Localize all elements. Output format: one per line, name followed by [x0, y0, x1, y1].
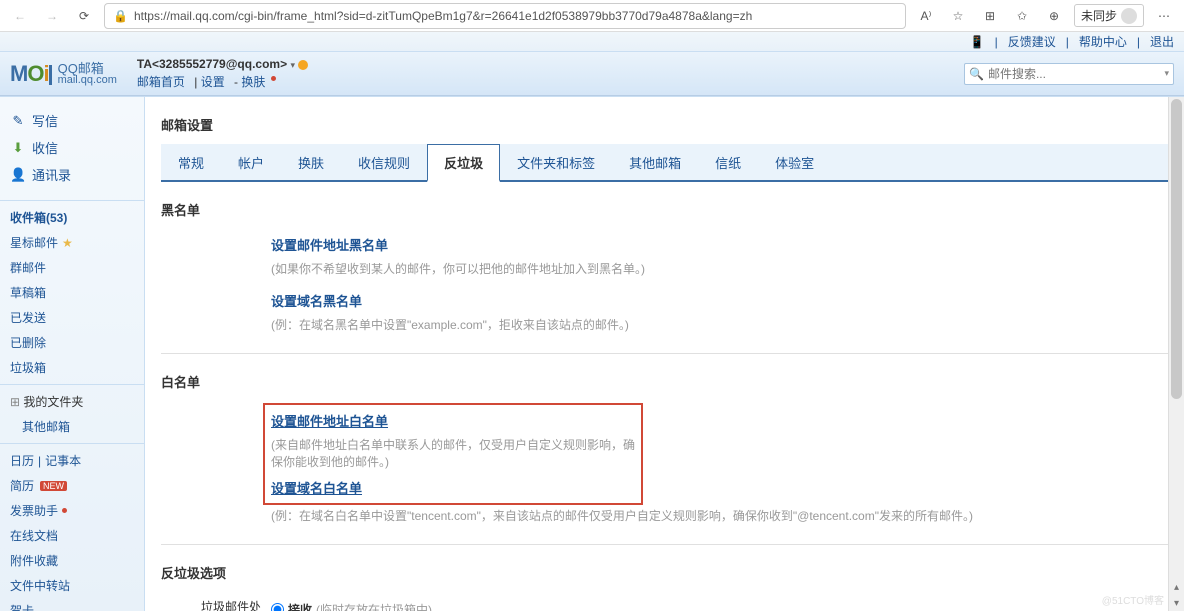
search-box[interactable]: 🔍 ▾ — [964, 63, 1174, 85]
search-input[interactable] — [988, 67, 1161, 81]
divider: | — [1137, 35, 1140, 49]
compose-icon: ✎ — [10, 113, 26, 129]
scroll-up-icon[interactable]: ▴ — [1169, 579, 1184, 595]
header-settings-link[interactable]: 设置 — [201, 75, 225, 89]
tab-4[interactable]: 反垃圾 — [427, 144, 500, 182]
tab-6[interactable]: 其他邮箱 — [612, 144, 698, 180]
sidebar-calendar[interactable]: 日历 | 记事本 — [0, 448, 144, 473]
phone-icon: 📱 — [970, 35, 985, 49]
sidebar-inbox[interactable]: 收件箱(53) — [0, 205, 144, 230]
sidebar-filetransfer[interactable]: 文件中转站 — [0, 573, 144, 598]
noti-dot — [62, 508, 67, 513]
tab-2[interactable]: 换肤 — [281, 144, 341, 180]
blacklist-address-desc: (如果你不希望收到某人的邮件，你可以把他的邮件地址加入到黑名单。) — [271, 258, 1168, 287]
url-bar[interactable]: 🔒 https://mail.qq.com/cgi-bin/frame_html… — [104, 3, 906, 29]
help-link[interactable]: 帮助中心 — [1079, 33, 1127, 50]
sidebar-starred[interactable]: 星标邮件 ★ — [0, 230, 144, 255]
coin-icon — [298, 60, 308, 70]
favorite-icon[interactable]: ☆ — [946, 4, 970, 28]
scrollbar-vertical[interactable]: ▴ ▾ — [1168, 97, 1184, 611]
sidebar-drafts[interactable]: 草稿箱 — [0, 280, 144, 305]
tab-7[interactable]: 信纸 — [698, 144, 758, 180]
radio-accept[interactable] — [271, 603, 284, 611]
whitelist-domain-desc: (例：在域名白名单中设置"tencent.com"，来自该站点的邮件仅受用户自定… — [271, 505, 1168, 534]
noti-dot — [271, 76, 276, 81]
blacklist-address-link[interactable]: 设置邮件地址黑名单 — [271, 231, 1168, 258]
refresh-button[interactable]: ⟳ — [72, 4, 96, 28]
extensions-icon[interactable]: ⊞ — [978, 4, 1002, 28]
tab-5[interactable]: 文件夹和标签 — [500, 144, 612, 180]
sidebar-cards[interactable]: 贺卡 — [0, 598, 144, 611]
chevron-down-icon[interactable]: ▾ — [290, 60, 295, 70]
section-blacklist-title: 黑名单 — [161, 194, 1168, 225]
lock-icon: 🔒 — [113, 9, 128, 23]
scroll-down-icon[interactable]: ▾ — [1169, 595, 1184, 611]
divider: | — [995, 35, 998, 49]
sidebar-online-docs[interactable]: 在线文档 — [0, 523, 144, 548]
logo-en: mail.qq.com — [58, 75, 117, 86]
whitelist-highlight-box: 设置邮件地址白名单 (来自邮件地址白名单中联系人的邮件，仅受用户自定义规则影响，… — [263, 403, 643, 505]
receive-icon: ⬇ — [10, 140, 26, 156]
blacklist-domain-link[interactable]: 设置域名黑名单 — [271, 287, 1168, 314]
user-address: <3285552779@qq.com> — [152, 57, 287, 71]
star-icon: ★ — [62, 236, 73, 250]
section-antispam-title: 反垃圾选项 — [161, 557, 1168, 588]
favorites-icon[interactable]: ✩ — [1010, 4, 1034, 28]
divider: | — [1066, 35, 1069, 49]
collections-icon[interactable]: ⊕ — [1042, 4, 1066, 28]
sidebar-invoice[interactable]: 发票助手 — [0, 498, 144, 523]
blacklist-domain-desc: (例：在域名黑名单中设置"example.com"，拒收来自该站点的邮件。) — [271, 314, 1168, 343]
sidebar-sent[interactable]: 已发送 — [0, 305, 144, 330]
search-icon: 🔍 — [969, 67, 984, 81]
tab-8[interactable]: 体验室 — [758, 144, 831, 180]
contacts-button[interactable]: 👤通讯录 — [10, 161, 134, 188]
sidebar-other-mailbox[interactable]: 其他邮箱 — [0, 414, 144, 439]
user-prefix: TA — [137, 57, 152, 71]
logo[interactable]: MOi QQ邮箱 mail.qq.com — [10, 61, 117, 87]
scrollbar-thumb[interactable] — [1171, 99, 1182, 399]
url-text: https://mail.qq.com/cgi-bin/frame_html?s… — [134, 9, 897, 23]
sidebar-deleted[interactable]: 已删除 — [0, 330, 144, 355]
logo-cn: QQ邮箱 — [58, 62, 117, 75]
tab-1[interactable]: 帐户 — [221, 144, 281, 180]
avatar-icon — [1121, 8, 1137, 24]
sidebar-attachments[interactable]: 附件收藏 — [0, 548, 144, 573]
compose-button[interactable]: ✎写信 — [10, 107, 134, 134]
sync-button[interactable]: 未同步 — [1074, 4, 1144, 27]
feedback-link[interactable]: 反馈建议 — [1008, 33, 1056, 50]
logout-link[interactable]: 退出 — [1150, 33, 1174, 50]
receive-button[interactable]: ⬇收信 — [10, 134, 134, 161]
section-whitelist-title: 白名单 — [161, 366, 1168, 397]
page-title: 邮箱设置 — [161, 107, 1168, 142]
header-skin-link[interactable]: 换肤 — [241, 75, 265, 89]
sidebar-trash[interactable]: 垃圾箱 — [0, 355, 144, 380]
watermark: @51CTO博客 — [1102, 592, 1164, 607]
sidebar-group[interactable]: 群邮件 — [0, 255, 144, 280]
tab-0[interactable]: 常规 — [161, 144, 221, 180]
sync-label: 未同步 — [1081, 7, 1117, 24]
whitelist-address-desc: (来自邮件地址白名单中联系人的邮件，仅受用户自定义规则影响，确保你能收到他的邮件… — [271, 434, 635, 474]
forward-button[interactable]: → — [40, 4, 64, 28]
sidebar-myfolders[interactable]: ⊞ 我的文件夹 — [0, 389, 144, 414]
tab-3[interactable]: 收信规则 — [341, 144, 427, 180]
whitelist-address-link[interactable]: 设置邮件地址白名单 — [271, 407, 635, 434]
new-badge: NEW — [40, 481, 67, 491]
back-button[interactable]: ← — [8, 4, 32, 28]
contacts-icon: 👤 — [10, 167, 26, 183]
menu-icon[interactable]: ⋯ — [1152, 4, 1176, 28]
sidebar-resume[interactable]: 简历 NEW — [0, 473, 144, 498]
antispam-label: 垃圾邮件处理: — [191, 598, 271, 611]
header-home-link[interactable]: 邮箱首页 — [137, 75, 185, 89]
search-dropdown-icon[interactable]: ▾ — [1164, 68, 1169, 79]
whitelist-domain-link[interactable]: 设置域名白名单 — [271, 474, 635, 501]
read-aloud-icon[interactable]: A⁾ — [914, 4, 938, 28]
